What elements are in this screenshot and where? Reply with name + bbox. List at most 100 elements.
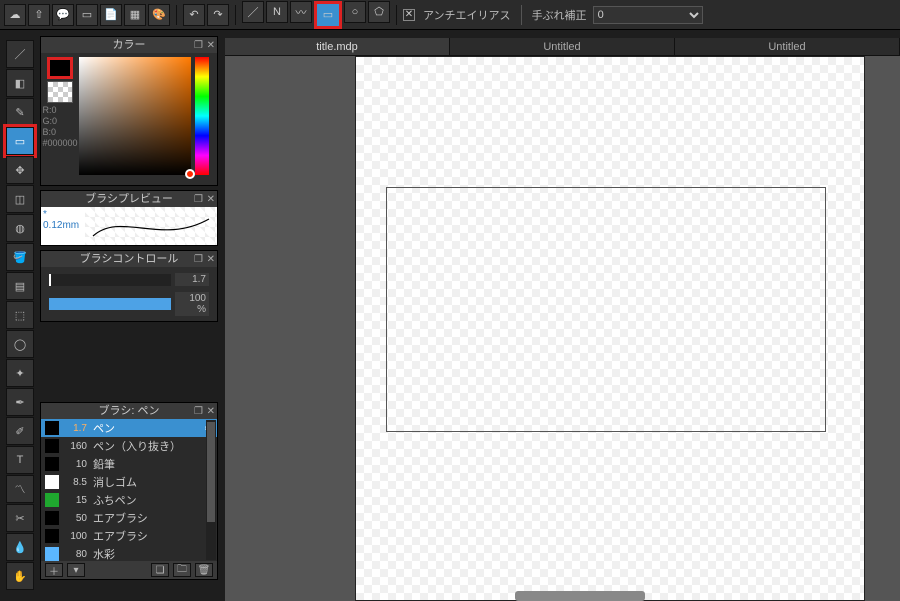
curve-tool-button[interactable]: 〰 — [290, 1, 312, 23]
selection-tool[interactable]: ⬚ — [6, 301, 34, 329]
brush-preview-popout[interactable]: ❐ — [194, 192, 203, 208]
brush-swatch — [45, 421, 59, 435]
canvas-area — [225, 56, 900, 601]
brush-swatch — [45, 439, 59, 453]
brush-row[interactable]: 50 エアブラシ — [41, 509, 217, 527]
eraser-tool[interactable]: ◧ — [6, 69, 34, 97]
doc-button[interactable]: 📄 — [100, 4, 122, 26]
brush-size-value[interactable]: 1.7 — [175, 273, 209, 286]
tool-column: ／◧✎▭✥◫◍🪣▤⬚◯✦✒✐T〽✂💧✋ — [6, 40, 34, 590]
chat-button[interactable]: 💬 — [52, 4, 74, 26]
color-panel-title: カラー ❐ ✕ — [41, 37, 217, 53]
brush-opacity-slider[interactable] — [49, 298, 171, 310]
brush-row[interactable]: 160 ペン（入り抜き） — [41, 437, 217, 455]
text-tool[interactable]: T — [6, 446, 34, 474]
shape-tool[interactable]: ▭ — [6, 127, 34, 155]
palette-button[interactable]: 🎨 — [148, 4, 170, 26]
antialias-label: アンチエイリアス — [423, 7, 511, 23]
brush-group-button[interactable]: ▾ — [67, 563, 85, 577]
gradient-tool[interactable]: ▤ — [6, 272, 34, 300]
eyedrop-tool[interactable]: 💧 — [6, 533, 34, 561]
brush-name-label: 消しゴム — [93, 474, 217, 490]
transform-tool[interactable]: ◫ — [6, 185, 34, 213]
color-panel-close[interactable]: ✕ — [207, 38, 215, 54]
brush-swatch — [45, 457, 59, 471]
brush-swatch — [45, 529, 59, 543]
brush-row[interactable]: 8.5 消しゴム — [41, 473, 217, 491]
duplicate-brush-button[interactable]: ❏ — [151, 563, 169, 577]
brush-size-label: 80 — [63, 549, 87, 560]
magicwand-tool[interactable]: ✦ — [6, 359, 34, 387]
brush-name-label: エアブラシ — [93, 510, 217, 526]
brush-name-label: ペン（入り抜き） — [93, 438, 217, 454]
saturation-value-picker[interactable] — [79, 57, 191, 175]
canvas[interactable] — [355, 56, 865, 601]
document-tab[interactable]: Untitled — [675, 38, 900, 55]
undo-button[interactable]: ↶ — [183, 4, 205, 26]
delete-brush-button[interactable]: 🗑 — [195, 563, 213, 577]
brush-size-label: 1.7 — [63, 423, 87, 434]
ellipse-tool-button[interactable]: ○ — [344, 1, 366, 23]
brush-row[interactable]: 10鉛筆 — [41, 455, 217, 473]
brush-control-close[interactable]: ✕ — [207, 252, 215, 268]
brush-row[interactable]: 100エアブラシ — [41, 527, 217, 545]
brush-name-label: ふちペン — [93, 492, 217, 508]
cloud-button[interactable]: ☁ — [4, 4, 26, 26]
fill-tool[interactable]: ◍ — [6, 214, 34, 242]
document-tab[interactable]: Untitled — [450, 38, 675, 55]
dotpen-tool[interactable]: ✎ — [6, 98, 34, 126]
selpen-tool[interactable]: ✐ — [6, 417, 34, 445]
foreground-swatch[interactable] — [47, 57, 73, 79]
add-brush-button[interactable]: ＋ — [45, 563, 63, 577]
drawn-rectangle — [386, 187, 826, 432]
brush-size-label: 50 — [63, 513, 87, 524]
document-tab[interactable]: title.mdp — [225, 38, 450, 55]
divide-tool[interactable]: ✂ — [6, 504, 34, 532]
color-panel-popout[interactable]: ❐ — [194, 38, 203, 54]
brush-row[interactable]: 15 ふちペン — [41, 491, 217, 509]
antialias-checkbox[interactable]: ✕ — [403, 9, 415, 21]
brush-size-label: 8.5 — [63, 477, 87, 488]
brush-folder-button[interactable]: 🗀 — [173, 563, 191, 577]
stabilizer-select[interactable]: 0 — [593, 6, 703, 24]
canvas-h-scrollbar[interactable] — [515, 591, 645, 601]
brush-name-label: 水彩 — [93, 546, 217, 561]
brush-size-label: 15 — [63, 495, 87, 506]
brush-list-scrollbar[interactable] — [206, 420, 216, 560]
share-button[interactable]: ⇧ — [28, 4, 50, 26]
brush-tool[interactable]: ／ — [6, 40, 34, 68]
operation-tool[interactable]: 〽 — [6, 475, 34, 503]
brush-list-popout[interactable]: ❐ — [194, 404, 203, 420]
brush-preview-close[interactable]: ✕ — [207, 192, 215, 208]
line-tool-button[interactable]: ／ — [242, 1, 264, 23]
brush-row[interactable]: 1.7ペン⚙ — [41, 419, 217, 437]
grid-button[interactable]: ▦ — [124, 4, 146, 26]
hand-tool[interactable]: ✋ — [6, 562, 34, 590]
comment-button[interactable]: ▭ — [76, 4, 98, 26]
brush-preview-stroke — [85, 207, 217, 245]
redo-button[interactable]: ↷ — [207, 4, 229, 26]
brush-swatch — [45, 493, 59, 507]
brush-size-slider[interactable] — [49, 274, 171, 286]
polyline-tool-button[interactable]: N — [266, 1, 288, 23]
bucket-tool[interactable]: 🪣 — [6, 243, 34, 271]
brush-control-panel: ブラシコントロール ❐ ✕ 1.7 100 % — [40, 250, 218, 322]
background-swatch[interactable] — [47, 81, 73, 103]
brush-swatch — [45, 475, 59, 489]
move-tool[interactable]: ✥ — [6, 156, 34, 184]
brush-preview-panel: ブラシプレビュー ❐ ✕ * 0.12mm — [40, 190, 218, 246]
brush-row[interactable]: 80 水彩 — [41, 545, 217, 561]
color-panel: カラー ❐ ✕ R:0 G:0 B:0 #000000 — [40, 36, 218, 186]
brush-list-panel: ブラシ: ペン ❐ ✕ 1.7ペン⚙160ペン（入り抜き）10鉛筆8.5消しゴム… — [40, 402, 218, 580]
polygon-tool-button[interactable]: ⬠ — [368, 1, 390, 23]
pen-tool[interactable]: ✒ — [6, 388, 34, 416]
lasso-tool[interactable]: ◯ — [6, 330, 34, 358]
brush-name-label: ペン — [93, 420, 201, 436]
brush-size-label: 160 — [63, 441, 87, 452]
brush-preview-title: ブラシプレビュー ❐ ✕ — [41, 191, 217, 207]
brush-list-close[interactable]: ✕ — [207, 404, 215, 420]
brush-opacity-value[interactable]: 100 % — [175, 292, 209, 316]
rectangle-tool-button[interactable]: ▭ — [314, 1, 342, 29]
brush-control-popout[interactable]: ❐ — [194, 252, 203, 268]
hue-slider[interactable] — [195, 57, 209, 175]
